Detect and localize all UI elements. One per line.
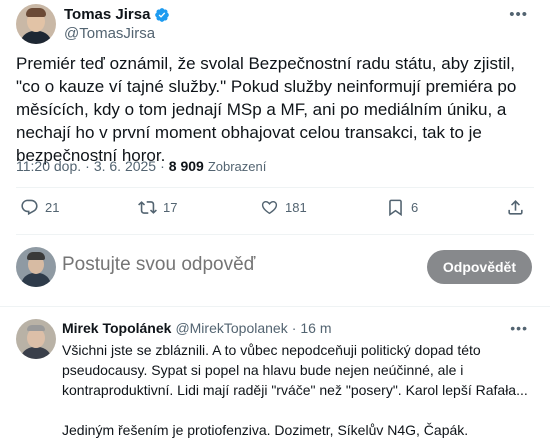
repost-button[interactable]: 17	[138, 198, 177, 217]
bookmark-icon	[389, 199, 402, 217]
share-button[interactable]	[506, 198, 525, 217]
views-count: 8 909	[168, 158, 204, 174]
more-icon[interactable]: •••	[509, 6, 528, 23]
reply-time[interactable]: 16 m	[300, 320, 331, 336]
divider	[16, 234, 534, 235]
tweet-text: Premiér teď oznámil, že svolal Bezpečnos…	[16, 54, 517, 165]
reply-submit-button[interactable]: Odpovědět	[426, 250, 532, 284]
reply-button[interactable]: 21	[20, 198, 59, 217]
reply-separator: ·	[291, 320, 297, 336]
reply-paragraph: Jediným řešením je protiofenziva. Dozime…	[62, 422, 469, 438]
meta-separator: ·	[85, 158, 90, 174]
reply-composer: Odpovědět	[0, 246, 550, 290]
like-button[interactable]: 181	[260, 198, 307, 217]
divider	[0, 306, 550, 307]
tweet-meta: 11:20 dop. · 3. 6. 2025 · 8 909 Zobrazen…	[16, 158, 266, 174]
more-icon[interactable]: •••	[510, 320, 528, 336]
like-icon	[261, 201, 278, 215]
divider	[16, 187, 534, 188]
reply-header: Mirek Topolánek @MirekTopolanek · 16 m	[62, 320, 332, 336]
views-label: Zobrazení	[207, 159, 267, 174]
tweet-time[interactable]: 11:20 dop.	[16, 158, 81, 174]
reply-input[interactable]	[62, 254, 402, 276]
bookmark-button[interactable]: 6	[386, 198, 418, 217]
action-bar: 21 17 181 6	[16, 198, 530, 224]
reply-author-name[interactable]: Mirek Topolánek	[62, 320, 171, 336]
author-avatar[interactable]	[16, 4, 56, 44]
repost-icon	[138, 201, 157, 214]
reply-author-avatar[interactable]	[16, 319, 56, 359]
repost-count: 17	[163, 200, 178, 215]
share-icon	[508, 200, 523, 215]
reply-icon	[21, 199, 38, 216]
reply-paragraph: Všichni jste se zbláznili. A to vůbec ne…	[62, 342, 528, 398]
bookmark-count: 6	[411, 200, 419, 215]
meta-separator: ·	[160, 158, 165, 174]
like-count: 181	[285, 200, 307, 215]
reply-author-handle[interactable]: @MirekTopolanek	[175, 320, 287, 336]
author-display-name[interactable]: Tomas Jirsa	[64, 6, 150, 23]
verified-badge-icon	[155, 7, 170, 22]
author-handle[interactable]: @TomasJirsa	[64, 25, 155, 42]
current-user-avatar[interactable]	[16, 247, 56, 287]
author-name-row: Tomas Jirsa	[64, 6, 170, 23]
reply-count: 21	[45, 200, 60, 215]
reply-text: Všichni jste se zbláznili. A to vůbec ne…	[62, 340, 532, 440]
tweet-date[interactable]: 3. 6. 2025	[94, 158, 156, 174]
